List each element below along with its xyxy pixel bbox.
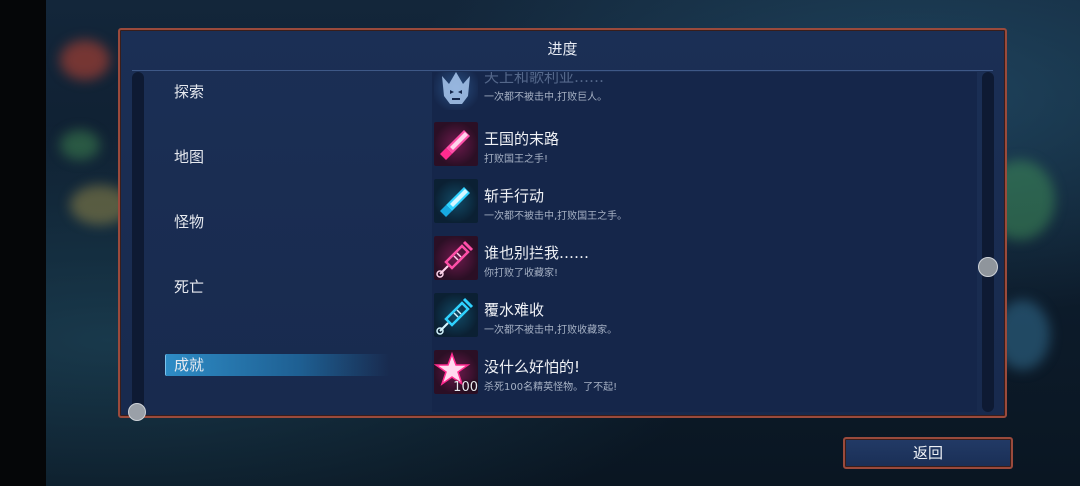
pink-syringe-icon (434, 236, 478, 280)
background-light (60, 40, 110, 80)
achievement-title: 没什么好怕的! (484, 358, 581, 376)
achievement-title: 谁也别拦我…… (484, 244, 590, 262)
cyan-blade-icon (434, 179, 478, 223)
achievement-scroll-handle[interactable] (978, 257, 998, 277)
achievement-row[interactable]: 谁也别拦我…… 你打败了收藏家! (434, 236, 974, 282)
achievement-description: 一次都不被击中,打败国王之手。 (484, 211, 628, 222)
achievement-scrollbar[interactable] (982, 72, 994, 412)
panel-title: 进度 (547, 40, 578, 58)
achievement-description: 一次都不被击中,打败巨人。 (484, 92, 608, 103)
category-tab-deaths[interactable]: 死亡 (172, 276, 384, 298)
cyan-syringe-icon (434, 293, 478, 337)
achievement-list: 天上和歌利亚…… 一次都不被击中,打败巨人。 王国的末路 打败国王之手! 斩手行… (432, 72, 977, 412)
achievement-title: 王国的末路 (484, 130, 560, 148)
achievement-description: 你打败了收藏家! (484, 268, 559, 279)
star-100-icon: 100 (434, 350, 478, 394)
achievement-row[interactable]: 斩手行动 一次都不被击中,打败国王之手。 (434, 179, 974, 225)
game-screen: 进度 探索 地图 怪物 死亡 成就 天上和歌利亚…… 一次都不被击中,打败巨人。… (0, 0, 1080, 486)
progress-panel: 进度 探索 地图 怪物 死亡 成就 天上和歌利亚…… 一次都不被击中,打败巨人。… (118, 28, 1007, 421)
category-tab-achievements[interactable]: 成就 (165, 354, 389, 376)
achievement-row[interactable]: 100 没什么好怕的! 杀死100名精英怪物。了不起! (434, 350, 974, 396)
achievement-title: 斩手行动 (484, 187, 545, 205)
screen-edge (0, 0, 46, 486)
achievement-row[interactable]: 王国的末路 打败国王之手! (434, 122, 974, 168)
giant-mask-icon (434, 72, 478, 110)
pink-blade-icon (434, 122, 478, 166)
achievement-title: 覆水难收 (484, 301, 545, 319)
background-light (60, 130, 100, 160)
achievement-description: 一次都不被击中,打败收藏家。 (484, 325, 618, 336)
achievement-description: 杀死100名精英怪物。了不起! (484, 382, 618, 393)
achievement-description: 打败国王之手! (484, 154, 549, 165)
category-scroll-handle[interactable] (128, 403, 146, 421)
back-button[interactable]: 返回 (843, 437, 1013, 469)
count-badge: 100 (453, 380, 478, 394)
achievement-row[interactable]: 天上和歌利亚…… 一次都不被击中,打败巨人。 (434, 72, 974, 118)
category-tab-monsters[interactable]: 怪物 (172, 211, 384, 233)
achievement-title: 天上和歌利亚…… (484, 72, 605, 86)
category-tab-explore[interactable]: 探索 (172, 81, 384, 103)
achievement-row[interactable]: 覆水难收 一次都不被击中,打败收藏家。 (434, 293, 974, 339)
title-divider (132, 70, 993, 71)
category-tab-map[interactable]: 地图 (172, 146, 384, 168)
category-scrollbar[interactable] (132, 72, 144, 412)
